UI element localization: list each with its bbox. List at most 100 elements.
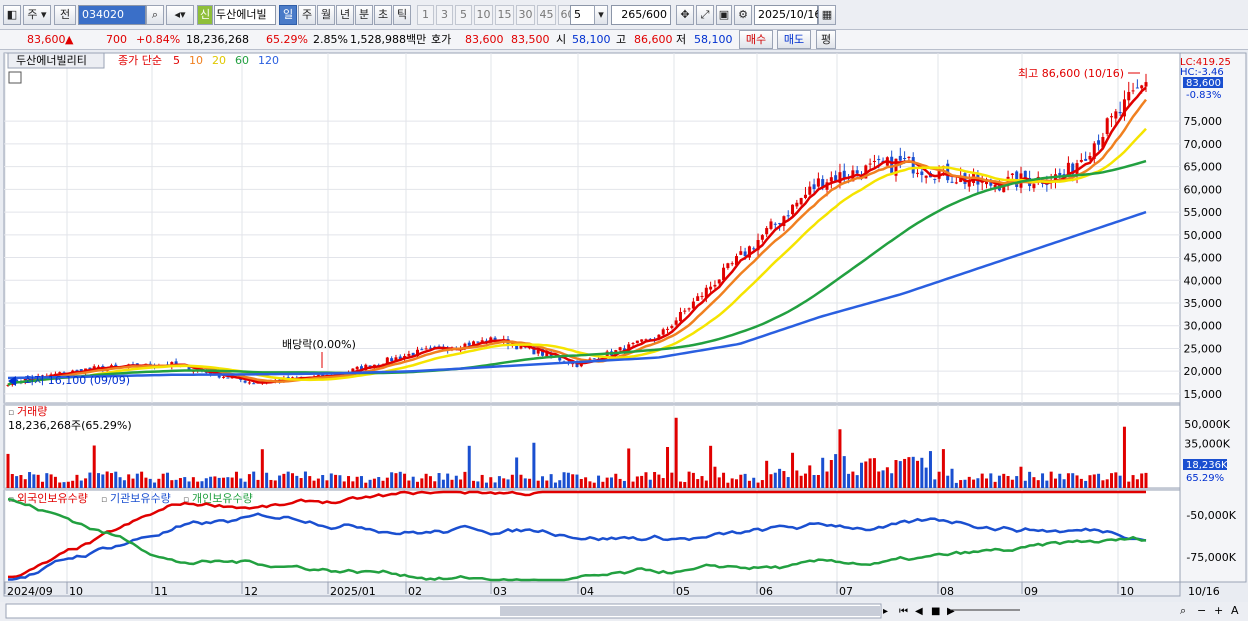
volume-bar — [1010, 479, 1014, 488]
period-tab-1[interactable]: 주 — [298, 5, 316, 25]
count-field[interactable]: 265/600 — [611, 5, 671, 25]
volume-bar — [510, 474, 514, 488]
candle-body — [898, 155, 902, 161]
sell-button[interactable]: 매도 — [777, 30, 811, 49]
candle-body — [631, 343, 635, 345]
volume-bar — [704, 480, 708, 488]
volume-bar — [286, 471, 290, 488]
volume-bar — [88, 472, 92, 488]
interval-tab-0[interactable]: 1 — [417, 5, 434, 25]
date-input[interactable]: 2025/10/16 — [754, 5, 821, 25]
buy-button[interactable]: 매수 — [739, 30, 773, 49]
interval-tab-6[interactable]: 45 — [537, 5, 556, 25]
volume-bar — [795, 470, 799, 488]
volume-bar — [553, 482, 557, 488]
period-tab-2[interactable]: 월 — [317, 5, 335, 25]
interval-tab-4[interactable]: 15 — [495, 5, 514, 25]
candle-body — [640, 339, 644, 342]
candle-body — [812, 184, 816, 189]
candle-body — [1032, 184, 1036, 189]
volume-bar — [653, 471, 657, 488]
flat-button[interactable]: 평 — [816, 30, 836, 49]
volume-bar — [372, 478, 376, 488]
volume-bar — [916, 460, 920, 488]
candle-body — [1144, 82, 1148, 87]
candle-body — [916, 172, 920, 174]
volume-bar — [416, 481, 420, 488]
period-tab-4[interactable]: 분 — [355, 5, 373, 25]
volume-bar — [1049, 471, 1053, 488]
market-label: 주 — [27, 8, 38, 21]
volume-bar — [247, 474, 251, 488]
candle-body — [558, 357, 562, 361]
trade-amount: 1,528,988백만 — [350, 33, 427, 46]
draw-icon[interactable]: ⤢ — [696, 5, 714, 25]
volume-bar — [15, 476, 19, 488]
volume-bar — [92, 445, 96, 488]
volume-bar — [321, 475, 325, 488]
chevron-down-icon[interactable]: ▾ — [594, 5, 608, 25]
candle-body — [730, 263, 734, 265]
candle-body — [687, 308, 691, 310]
holding-toggle-icon: ▫ — [101, 495, 107, 505]
volume-bar — [816, 474, 820, 488]
candle-body — [222, 376, 226, 378]
candle-body — [467, 342, 471, 346]
volume-bar — [131, 478, 135, 488]
volume-bar — [799, 475, 803, 488]
candle-body — [1127, 91, 1131, 101]
volume-bar — [523, 478, 527, 488]
market-select[interactable]: 주 ▾ — [23, 5, 51, 25]
interval-tab-1[interactable]: 3 — [436, 5, 453, 25]
interval-tab-5[interactable]: 30 — [516, 5, 535, 25]
period-tab-0[interactable]: 일 — [279, 5, 297, 25]
period-tab-3[interactable]: 년 — [336, 5, 354, 25]
volume-bar — [6, 453, 10, 488]
volume-bar — [204, 478, 208, 488]
candle-body — [390, 358, 394, 362]
price-y-tick: 15,000 — [1184, 388, 1223, 401]
volume-bar — [308, 476, 312, 488]
candle-body — [1002, 187, 1006, 193]
crosshair-icon[interactable]: ✥ — [676, 5, 694, 25]
volume-bar — [62, 482, 66, 488]
volume-bar — [303, 471, 307, 488]
speaker-icon[interactable]: ◂▾ — [166, 5, 194, 25]
stock-chart[interactable]: 75,000 70,000 65,000 60,000 55,000 50,000 45,0… — [0, 50, 1248, 621]
save-icon[interactable]: ▣ — [716, 5, 732, 25]
prev-button[interactable]: 전 — [54, 5, 76, 25]
volume-bar — [209, 476, 213, 488]
grid-toggle-icon — [8, 71, 22, 84]
volume-bar — [84, 478, 88, 488]
calendar-icon[interactable]: ▦ — [818, 5, 836, 25]
stock-code-input[interactable]: 034020 — [78, 5, 146, 25]
volume-bar — [1140, 473, 1144, 488]
window-icon[interactable]: ◧ — [3, 5, 21, 25]
candle-body — [661, 329, 665, 335]
period-tab-5[interactable]: 초 — [374, 5, 392, 25]
interval-tab-2[interactable]: 5 — [455, 5, 472, 25]
period-tab-6[interactable]: 틱 — [393, 5, 411, 25]
volume-bar — [140, 471, 144, 488]
holding-legend-0: 외국인보유수량 — [17, 492, 88, 505]
volume-bar — [678, 481, 682, 488]
volume-bar — [877, 471, 881, 488]
volume-bar — [161, 473, 165, 488]
y-axis-panel — [1179, 52, 1247, 583]
volume-bar — [1131, 475, 1135, 488]
interval-tab-3[interactable]: 10 — [474, 5, 493, 25]
gear-icon[interactable]: ⚙ — [734, 5, 752, 25]
volume-bar — [165, 472, 169, 488]
candle-body — [618, 347, 622, 351]
price-y-tick: 40,000 — [1184, 274, 1223, 287]
volume-bar — [1110, 473, 1114, 488]
price-y-tick: 20,000 — [1184, 365, 1223, 378]
volume-bar — [359, 476, 363, 488]
volume-bar — [1079, 478, 1083, 488]
bid-price: 83,500 — [511, 33, 550, 46]
search-icon[interactable]: ⌕ — [146, 5, 164, 25]
volume-bar — [183, 477, 187, 488]
candle-body — [722, 267, 726, 281]
volume-bar — [743, 473, 747, 488]
volume-bar — [993, 481, 997, 488]
